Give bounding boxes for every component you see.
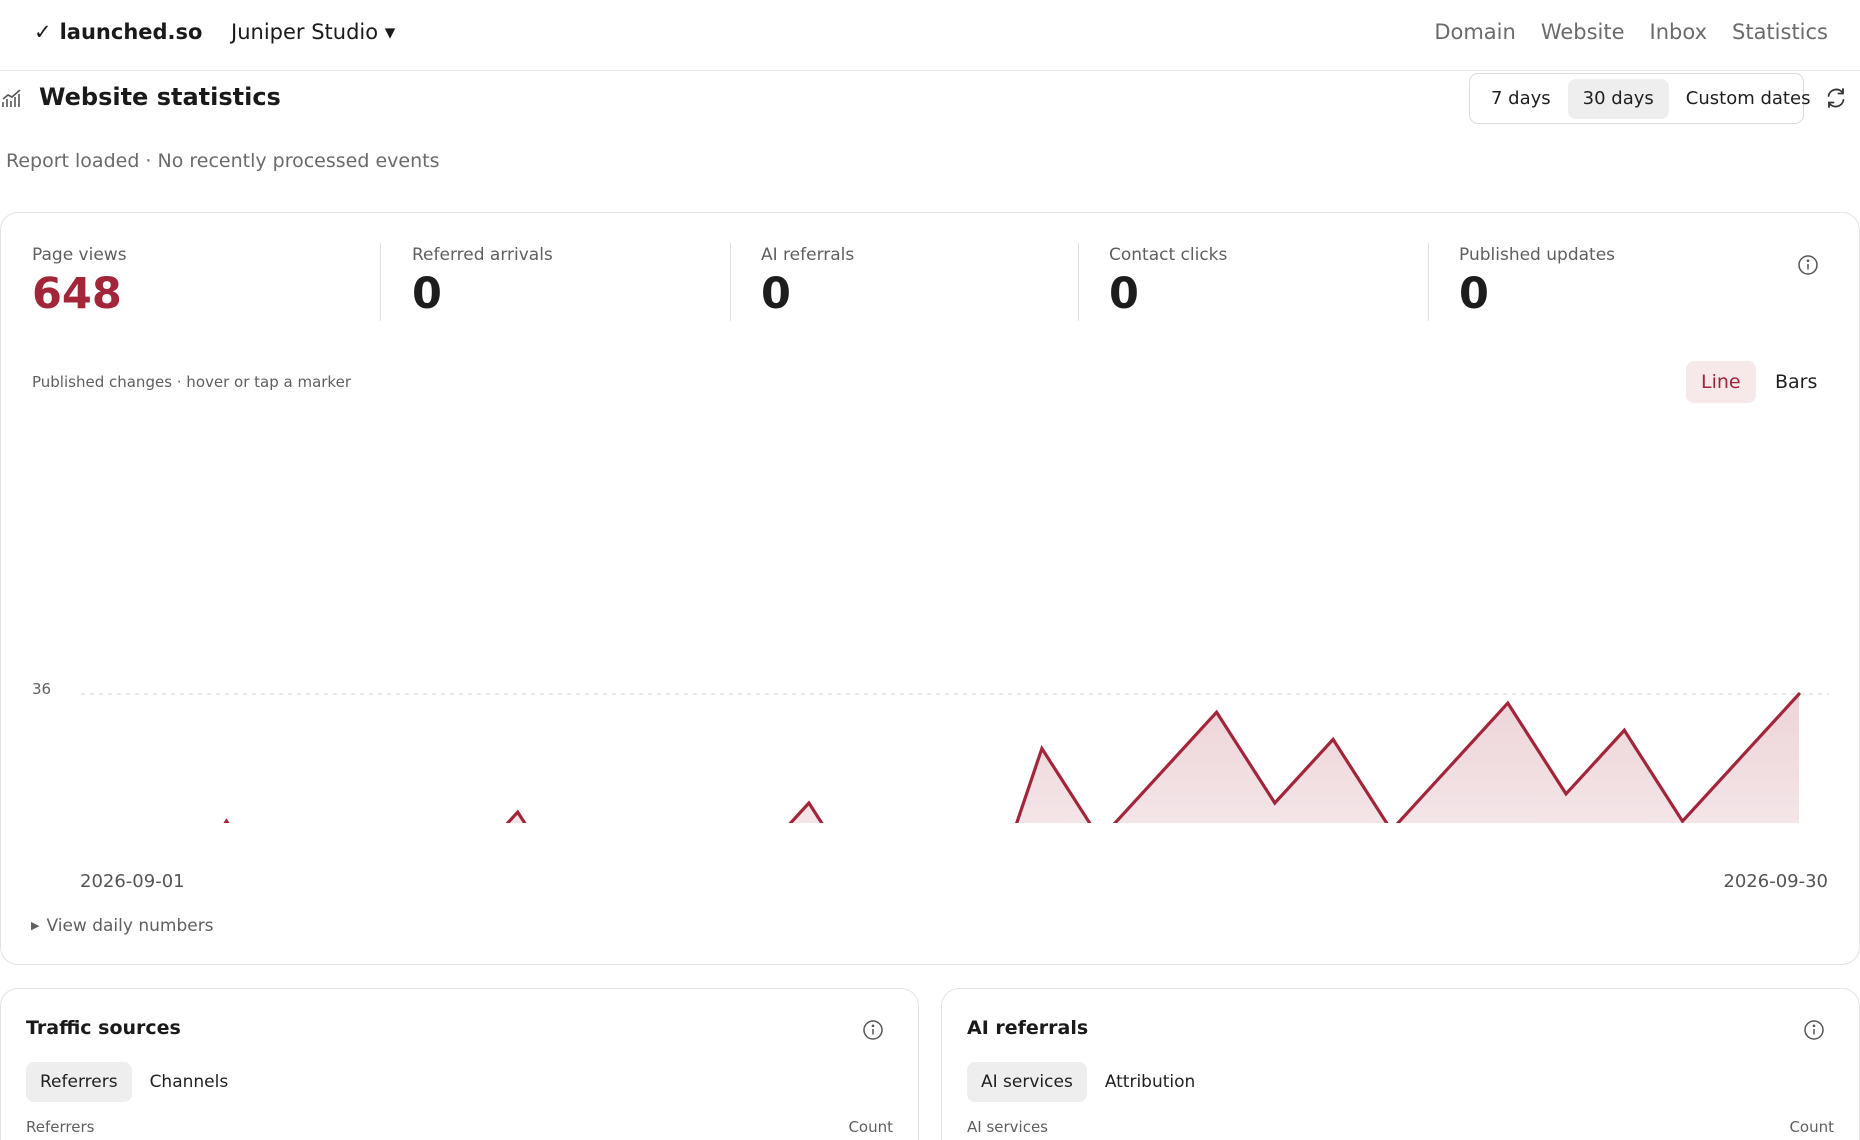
kpi-value: 648	[32, 269, 122, 319]
view-daily-numbers-toggle[interactable]: ▶ View daily numbers	[31, 916, 214, 936]
kpi-contact-clicks: Contact clicks 0	[1109, 245, 1227, 316]
data-point-marker[interactable]	[1444, 761, 1456, 773]
data-point-marker[interactable]	[512, 806, 524, 818]
statistics-card: Page views 648 Referred arrivals 0 AI re…	[0, 212, 1860, 965]
kpi-divider	[380, 243, 381, 321]
nav-link-statistics[interactable]: Statistics	[1732, 20, 1828, 44]
card-title: AI referrals	[967, 1017, 1089, 1039]
range-custom-dates-button[interactable]: Custom dates	[1671, 79, 1826, 119]
data-point-marker[interactable]	[1152, 770, 1164, 782]
ai-referrals-card: AI referrals AI services Attribution AI …	[941, 988, 1860, 1140]
data-point-marker[interactable]	[1618, 724, 1630, 736]
range-30-days-button[interactable]: 30 days	[1567, 78, 1669, 119]
toggle-bars-button[interactable]: Bars	[1760, 361, 1832, 403]
data-point-marker[interactable]	[1036, 743, 1048, 755]
kpi-published-updates: Published updates 0	[1459, 245, 1615, 316]
toggle-line-button[interactable]: Line	[1686, 361, 1756, 403]
kpi-value: 0	[1109, 269, 1139, 319]
kpi-ai-referrals: AI referrals 0	[761, 245, 854, 316]
top-nav-links: Domain Website Inbox Statistics	[1434, 20, 1828, 44]
kpi-divider	[1428, 243, 1429, 321]
kpi-referred-arrivals: Referred arrivals 0	[412, 245, 553, 316]
data-point-marker[interactable]	[1793, 688, 1805, 700]
card-title: Traffic sources	[26, 1017, 181, 1039]
kpi-page-views: Page views 648	[32, 245, 127, 316]
nav-link-inbox[interactable]: Inbox	[1650, 20, 1707, 44]
chart-icon	[2, 89, 21, 107]
tab-referrers[interactable]: Referrers	[26, 1062, 132, 1102]
series-area	[225, 694, 1799, 823]
kpi-label: Contact clicks	[1109, 245, 1228, 265]
x-axis-start-label: 2026-09-01	[80, 871, 185, 892]
column-header-count: Count	[1789, 1118, 1834, 1136]
details-label: View daily numbers	[46, 916, 214, 936]
kpi-label: Referred arrivals	[412, 245, 553, 265]
page-views-chart[interactable]: 01836	[1, 453, 1860, 823]
tab-ai-services[interactable]: AI services	[967, 1062, 1087, 1102]
data-point-marker[interactable]	[1269, 797, 1281, 809]
ai-tabs: AI services Attribution	[967, 1062, 1209, 1102]
disclosure-triangle-icon: ▶	[31, 919, 40, 932]
data-point-marker[interactable]	[1502, 697, 1514, 709]
date-range-selector: 7 days 30 days Custom dates	[1469, 73, 1810, 124]
workspace-switcher[interactable]: Juniper Studio ▾	[231, 20, 395, 44]
kpi-value: 0	[1459, 269, 1489, 319]
data-point-marker[interactable]	[1327, 733, 1339, 745]
report-status: Report loaded · No recently processed ev…	[6, 150, 440, 172]
data-point-marker[interactable]	[1560, 788, 1572, 800]
info-icon[interactable]	[1797, 254, 1819, 276]
nav-link-domain[interactable]: Domain	[1434, 20, 1516, 44]
top-navigation: ✓ launched.so Juniper Studio ▾ Domain Web…	[0, 0, 1860, 71]
column-header-ai-services: AI services	[967, 1118, 1048, 1136]
tab-channels[interactable]: Channels	[136, 1062, 243, 1102]
x-axis-end-label: 2026-09-30	[1723, 871, 1828, 892]
kpi-label: Page views	[32, 245, 127, 265]
chart-caption: Published changes · hover or tap a marke…	[32, 373, 351, 391]
data-point-marker[interactable]	[1735, 752, 1747, 764]
y-tick-label: 36	[32, 680, 51, 698]
column-header-count: Count	[848, 1118, 893, 1136]
kpi-value: 0	[412, 269, 442, 319]
page-title: Website statistics	[39, 83, 281, 111]
traffic-sources-card: Traffic sources Referrers Channels Refer…	[0, 988, 919, 1140]
range-7-days-button[interactable]: 7 days	[1476, 79, 1566, 119]
info-icon[interactable]	[1803, 1019, 1825, 1041]
tab-attribution[interactable]: Attribution	[1091, 1062, 1210, 1102]
kpi-divider	[730, 243, 731, 321]
kpi-divider	[1078, 243, 1079, 321]
traffic-tabs: Referrers Channels	[26, 1062, 242, 1102]
kpi-label: AI referrals	[761, 245, 855, 265]
info-icon[interactable]	[862, 1019, 884, 1041]
brand-name: launched.so	[59, 20, 203, 44]
kpi-value: 0	[761, 269, 791, 319]
data-point-marker[interactable]	[803, 797, 815, 809]
data-point-marker[interactable]	[220, 815, 232, 823]
nav-link-website[interactable]: Website	[1541, 20, 1625, 44]
refresh-icon[interactable]	[1824, 86, 1848, 110]
brand-logo[interactable]: ✓ launched.so	[34, 20, 202, 44]
checkmark-icon: ✓	[34, 20, 52, 44]
column-header-referrers: Referrers	[26, 1118, 95, 1136]
kpi-label: Published updates	[1459, 245, 1616, 265]
data-point-marker[interactable]	[1211, 706, 1223, 718]
